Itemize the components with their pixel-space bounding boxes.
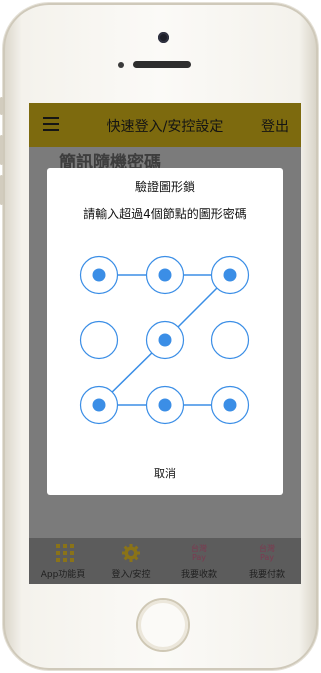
volume-down-button [0, 175, 3, 205]
screen: 快速登入/安控設定 登出 簡訊隨機密碼 驗證圖形鎖 請輸入超過4個節點的圖形密碼… [29, 103, 301, 584]
grid-icon [56, 544, 74, 562]
tab-label: 我要付款 [248, 570, 285, 580]
pattern-node-selected-dot [92, 268, 106, 282]
mute-switch [0, 97, 3, 115]
pattern-node-selected-dot [158, 398, 172, 412]
pattern-node-selected-dot [223, 268, 237, 282]
tab-label: App功能頁 [40, 570, 86, 580]
tab-make-payment[interactable]: 台灣 Pay 我要付款 [233, 538, 301, 584]
taiwan-pay-icon: 台灣 Pay [165, 544, 233, 562]
tab-label: 登入/安控 [111, 570, 151, 580]
tab-label: 我要收款 [180, 570, 217, 580]
logout-button[interactable]: 登出 [261, 116, 289, 136]
home-button[interactable] [138, 600, 188, 650]
pattern-node-6[interactable] [210, 320, 250, 360]
cancel-button[interactable]: 取消 [47, 465, 283, 481]
pattern-node-selected-dot [223, 398, 237, 412]
pay-icon-text-top: 台灣 [191, 544, 207, 553]
earpiece-speaker [133, 61, 191, 68]
tab-receive-payment[interactable]: 台灣 Pay 我要收款 [165, 538, 233, 584]
pay-icon-text-bottom: Pay [259, 553, 275, 562]
gear-icon [122, 544, 140, 562]
pay-icon-text-top: 台灣 [259, 544, 275, 553]
pattern-node-selected-dot [92, 398, 106, 412]
volume-up-button [0, 135, 3, 165]
pay-icon-text-bottom: Pay [191, 553, 207, 562]
proximity-sensor [118, 62, 124, 68]
tab-app-functions[interactable]: App功能頁 [29, 538, 97, 584]
pattern-node-selected-dot [158, 268, 172, 282]
pattern-lock-dialog: 驗證圖形鎖 請輸入超過4個節點的圖形密碼 取消 [47, 168, 283, 495]
pattern-node-selected-dot [158, 333, 172, 347]
phone-frame: 快速登入/安控設定 登出 簡訊隨機密碼 驗證圖形鎖 請輸入超過4個節點的圖形密碼… [0, 3, 318, 670]
app-header: 快速登入/安控設定 登出 [29, 103, 301, 147]
taiwan-pay-icon: 台灣 Pay [233, 544, 301, 562]
front-camera [158, 32, 169, 43]
pattern-grid[interactable] [47, 168, 283, 495]
pattern-node-4[interactable] [79, 320, 119, 360]
bottom-tab-bar: App功能頁 登入/安控 台灣 Pay 我要收款 台灣 Pay 我要付款 [29, 538, 301, 584]
tab-login-security[interactable]: 登入/安控 [97, 538, 165, 584]
